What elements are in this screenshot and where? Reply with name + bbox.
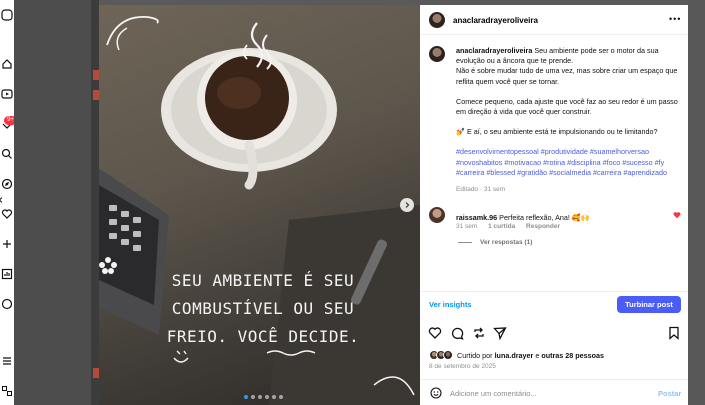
search-icon[interactable]	[0, 147, 14, 161]
emoji-icon[interactable]	[430, 387, 442, 399]
liked-by[interactable]: Curtido por luna.drayer e outras 28 pess…	[429, 350, 604, 360]
post-caption: anaclaradrayeroliveira Seu ambiente pode…	[456, 46, 678, 178]
create-icon[interactable]	[0, 237, 14, 251]
hashtags[interactable]: #desenvolvimentopessoal #produtividade #…	[456, 147, 678, 178]
view-replies-button[interactable]: Ver respostas (1)	[458, 239, 532, 246]
insights-bar: Ver insights Turbinar post	[420, 291, 688, 315]
home-icon[interactable]	[0, 8, 14, 22]
heart-icon[interactable]	[428, 326, 442, 340]
share-icon[interactable]	[493, 326, 507, 340]
comment-likes[interactable]: 1 curtida	[488, 223, 515, 230]
home-icon[interactable]	[0, 57, 14, 71]
post-image-text-line: SEU AMBIENTE É SEU	[171, 271, 355, 290]
add-comment-bar: Postar	[420, 379, 688, 405]
caption-paragraph: Comece pequeno, cada ajuste que você faz…	[456, 96, 678, 117]
comment-meta: 31 sem 1 curtida Responder	[456, 223, 569, 230]
reply-button[interactable]: Responder	[526, 223, 560, 230]
chevron-left-icon	[0, 197, 3, 203]
liked-by-prefix: Curtido por	[457, 350, 493, 360]
caption-meta: Editado · 31 sem	[456, 186, 506, 193]
post-header: anaclaradrayeroliveira •••	[420, 5, 688, 35]
post-image-text: SEU AMBIENTE É SEU COMBUSTÍVEL OU SEU FR…	[143, 267, 383, 351]
carousel-dot	[272, 395, 276, 399]
heart-icon[interactable]	[0, 207, 14, 221]
post-actions	[420, 323, 688, 343]
post-details-panel: anaclaradrayeroliveira ••• anaclaradraye…	[420, 5, 688, 405]
explore-icon[interactable]	[0, 177, 14, 191]
post-image[interactable]: SEU AMBIENTE É SEU COMBUSTÍVEL OU SEU FR…	[99, 5, 420, 405]
caption-username[interactable]: anaclaradrayeroliveira	[456, 46, 532, 55]
avatar[interactable]	[429, 207, 445, 223]
comment-username[interactable]: raissamk.96	[456, 213, 497, 222]
carousel-dot	[244, 395, 248, 399]
caption-line: Não é sobre mudar tudo de uma vez, mas s…	[456, 66, 678, 86]
background-feed-edge	[91, 0, 99, 405]
repost-icon[interactable]	[472, 326, 486, 340]
apps-icon[interactable]	[0, 384, 14, 398]
reels-icon[interactable]	[0, 87, 14, 101]
carousel-dot	[279, 395, 283, 399]
boost-post-button[interactable]: Turbinar post	[617, 296, 681, 313]
liked-by-and: e	[535, 350, 540, 360]
comments-section: anaclaradrayeroliveira Seu ambiente pode…	[420, 36, 688, 291]
background-feed	[14, 0, 99, 405]
next-slide-button[interactable]	[400, 198, 414, 212]
avatar	[443, 350, 453, 360]
carousel-dot	[258, 395, 262, 399]
post-date: 8 de setembro de 2025	[429, 363, 496, 370]
carousel-dot	[265, 395, 269, 399]
post-image-text-line: FREIO. VOCÊ DECIDE.	[166, 327, 360, 346]
post-author-username[interactable]: anaclaradrayeroliveira	[453, 16, 538, 25]
view-insights-link[interactable]: Ver insights	[429, 300, 472, 309]
dashboard-icon[interactable]	[0, 267, 14, 281]
carousel-dot	[251, 395, 255, 399]
comment-text: Perfeita reflexão, Ana! 🥰🙌	[499, 213, 590, 222]
chevron-right-icon	[405, 202, 410, 208]
more-options-icon[interactable]: •••	[669, 14, 681, 24]
heart-icon[interactable]	[673, 211, 681, 219]
caption-paragraph: 💅 E aí, o seu ambiente está te impulsion…	[456, 127, 658, 137]
comment-time: 31 sem	[456, 223, 478, 230]
bookmark-icon[interactable]	[667, 326, 681, 340]
menu-icon[interactable]	[0, 354, 14, 368]
profile-icon[interactable]	[0, 297, 14, 311]
background-feed-right	[688, 0, 705, 405]
liked-by-user[interactable]: luna.drayer	[495, 351, 534, 360]
carousel-indicator	[244, 395, 283, 399]
post-comment-button[interactable]: Postar	[658, 389, 681, 398]
avatar[interactable]	[429, 12, 445, 28]
view-replies-label: Ver respostas (1)	[480, 239, 533, 246]
comment-input[interactable]	[450, 387, 630, 399]
avatar[interactable]	[429, 46, 445, 62]
post-image-text-line: COMBUSTÍVEL OU SEU	[171, 299, 355, 318]
comment: raissamk.96 Perfeita reflexão, Ana! 🥰🙌	[456, 213, 590, 222]
liked-by-others[interactable]: outras 28 pessoas	[541, 351, 604, 360]
comment-icon[interactable]	[450, 326, 464, 340]
